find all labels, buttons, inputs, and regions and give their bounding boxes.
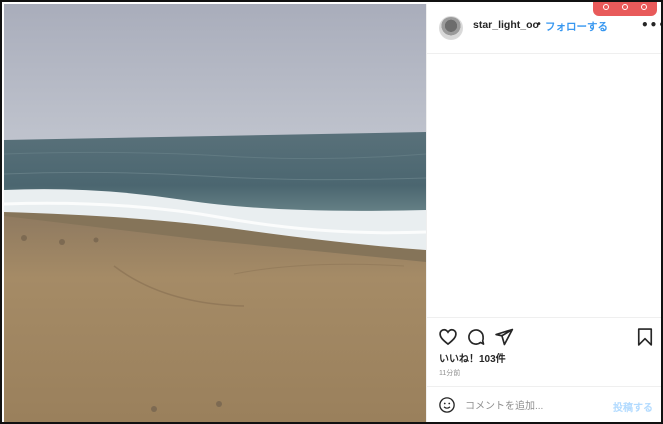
- post-actions: いいね！103件 11分前 投稿する: [427, 317, 661, 422]
- post-comment-button[interactable]: 投稿する: [613, 399, 653, 414]
- heart-icon[interactable]: [438, 327, 458, 351]
- avatar[interactable]: [439, 16, 463, 40]
- bookmark-icon[interactable]: [635, 327, 655, 351]
- paper-plane-icon[interactable]: [494, 327, 514, 351]
- separator-dot: •: [536, 19, 542, 30]
- overlay-circle-icon: [622, 4, 628, 10]
- emoji-smile-icon[interactable]: [438, 396, 456, 418]
- post-photo[interactable]: [4, 4, 426, 422]
- comment-bubble-icon[interactable]: [466, 327, 486, 351]
- post-timestamp[interactable]: 11分前: [439, 368, 460, 378]
- username-link[interactable]: star_light_oo: [473, 19, 539, 31]
- more-horizontal-icon[interactable]: •••: [641, 19, 661, 31]
- likes-count[interactable]: いいね！103件: [439, 350, 506, 365]
- comment-bar: 投稿する: [427, 386, 661, 422]
- follow-button[interactable]: フォローする: [545, 19, 608, 34]
- overlay-circle-icon: [603, 4, 609, 10]
- overlay-tab: [593, 2, 657, 16]
- comment-input[interactable]: [465, 399, 605, 413]
- beach-sea-image: [4, 4, 426, 422]
- overlay-circle-icon: [641, 4, 647, 10]
- post-side-panel: star_light_oo • フォローする ••• いいね！: [426, 2, 661, 422]
- post-dialog: star_light_oo • フォローする ••• いいね！: [0, 0, 663, 424]
- post-header: star_light_oo • フォローする •••: [427, 2, 661, 54]
